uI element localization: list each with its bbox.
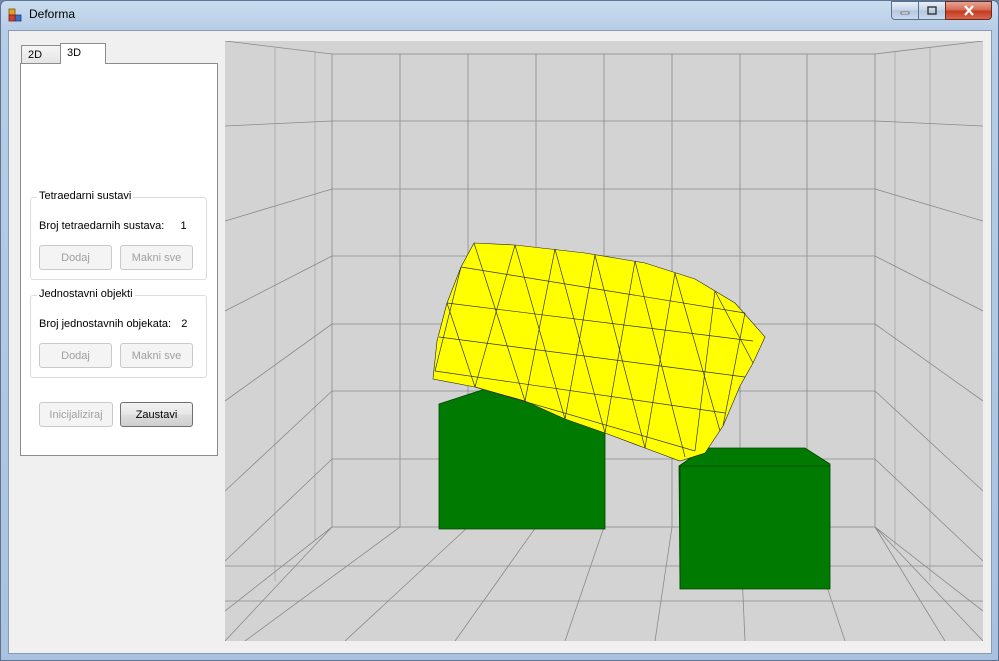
- tetra-add-button[interactable]: Dodaj: [39, 245, 112, 270]
- close-icon: [963, 5, 974, 16]
- simple-count-label: Broj jednostavnih objekata:: [39, 318, 172, 330]
- initialize-button[interactable]: Inicijaliziraj: [39, 402, 113, 427]
- tetra-group: Tetraedarni sustavi Broj tetraedarnih su…: [30, 190, 207, 280]
- app-window: Deforma 2D 3D Tetraedarni sustavi Broj t…: [0, 0, 999, 661]
- simple-count-value: 2: [181, 318, 188, 330]
- scene-svg: [225, 41, 983, 641]
- maximize-icon: [927, 6, 937, 15]
- tab-3d[interactable]: 3D: [60, 43, 106, 64]
- tetra-count-label: Broj tetraedarnih sustava:: [39, 220, 165, 232]
- tetra-count-value: 1: [180, 220, 187, 232]
- tab-panel-3d: Tetraedarni sustavi Broj tetraedarnih su…: [20, 63, 218, 456]
- maximize-button[interactable]: [918, 1, 946, 20]
- window-title: Deforma: [29, 7, 76, 21]
- simple-add-button[interactable]: Dodaj: [39, 343, 112, 368]
- tetra-count-row: Broj tetraedarnih sustava: 1: [39, 220, 187, 232]
- simple-count-row: Broj jednostavnih objekata: 2: [39, 318, 187, 330]
- client-area: 2D 3D Tetraedarni sustavi Broj tetraedar…: [8, 30, 992, 654]
- minimize-button[interactable]: [891, 1, 919, 20]
- tetra-group-legend: Tetraedarni sustavi: [37, 190, 134, 202]
- stop-button[interactable]: Zaustavi: [120, 402, 193, 427]
- tab-2d[interactable]: 2D: [21, 45, 61, 63]
- app-icon: [8, 8, 22, 22]
- minimize-icon: [900, 11, 910, 14]
- 3d-viewport[interactable]: [225, 41, 983, 641]
- simple-group: Jednostavni objekti Broj jednostavnih ob…: [30, 288, 207, 378]
- simple-remove-all-button[interactable]: Makni sve: [120, 343, 193, 368]
- green-box-right: [678, 447, 831, 590]
- tetra-remove-all-button[interactable]: Makni sve: [120, 245, 193, 270]
- title-bar[interactable]: Deforma: [1, 1, 998, 29]
- simple-group-legend: Jednostavni objekti: [37, 288, 135, 300]
- close-button[interactable]: [945, 1, 992, 20]
